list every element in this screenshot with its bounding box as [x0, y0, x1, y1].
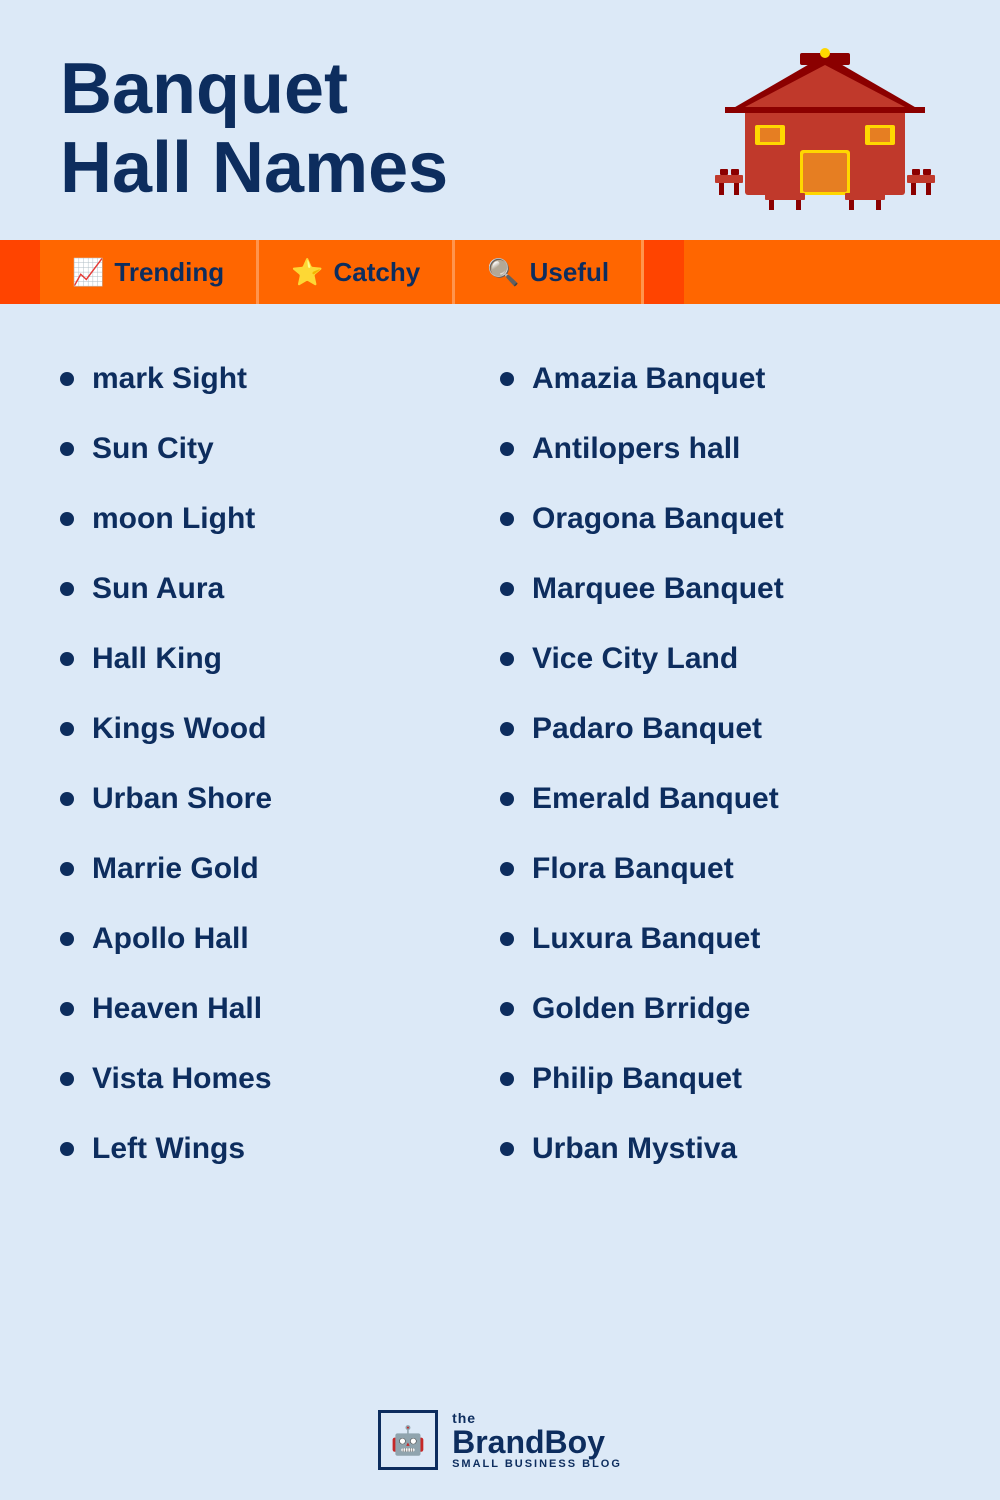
item-label: Left Wings — [92, 1132, 245, 1166]
bullet-dot — [60, 932, 74, 946]
list-item: Philip Banquet — [500, 1044, 940, 1114]
list-item: Marrie Gold — [60, 834, 500, 904]
list-item: Sun Aura — [60, 554, 500, 624]
list-item: Heaven Hall — [60, 974, 500, 1044]
list-item: Hall King — [60, 624, 500, 694]
bullet-dot — [500, 722, 514, 736]
bullet-dot — [500, 652, 514, 666]
item-label: Urban Shore — [92, 782, 272, 816]
item-label: Vice City Land — [532, 642, 738, 676]
list-item: Flora Banquet — [500, 834, 940, 904]
list-item: Kings Wood — [60, 694, 500, 764]
item-label: mark Sight — [92, 362, 247, 396]
bullet-dot — [60, 1072, 74, 1086]
bullet-dot — [500, 1002, 514, 1016]
trending-icon: 📈 — [72, 257, 104, 288]
page-title-line2: Hall Names — [60, 129, 448, 208]
tabs-bar: 📈 Trending ⭐ Catchy 🔍 Useful — [0, 240, 1000, 304]
header: Banquet Hall Names — [0, 0, 1000, 240]
bullet-dot — [60, 372, 74, 386]
bullet-dot — [500, 372, 514, 386]
item-label: Flora Banquet — [532, 852, 734, 886]
bullet-dot — [60, 722, 74, 736]
item-label: Vista Homes — [92, 1062, 272, 1096]
list-item: Sun City — [60, 414, 500, 484]
tab-trending-label: Trending — [114, 257, 224, 288]
item-label: Kings Wood — [92, 712, 266, 746]
list-item: Left Wings — [60, 1114, 500, 1184]
bullet-dot — [60, 442, 74, 456]
list-item: Amazia Banquet — [500, 344, 940, 414]
item-label: Apollo Hall — [92, 922, 249, 956]
catchy-icon: ⭐ — [291, 257, 323, 288]
left-column: mark Sight Sun City moon Light Sun Aura Hall… — [60, 344, 500, 1360]
tab-left-accent — [0, 240, 40, 304]
tab-trending[interactable]: 📈 Trending — [40, 240, 259, 304]
item-label: Antilopers hall — [532, 432, 740, 466]
right-column: Amazia Banquet Antilopers hall Oragona Ban… — [500, 344, 940, 1360]
list-item: Vista Homes — [60, 1044, 500, 1114]
brand-name: BrandBoy — [452, 1426, 605, 1458]
brand-text-block: the BrandBoy SMALL BUSINESS BLOG — [452, 1410, 622, 1470]
list-item: Vice City Land — [500, 624, 940, 694]
item-label: Philip Banquet — [532, 1062, 742, 1096]
content-section: mark Sight Sun City moon Light Sun Aura Hall… — [0, 304, 1000, 1390]
item-label: Oragona Banquet — [532, 502, 784, 536]
bullet-dot — [60, 1142, 74, 1156]
item-label: moon Light — [92, 502, 255, 536]
list-item: Golden Brridge — [500, 974, 940, 1044]
item-label: Marrie Gold — [92, 852, 259, 886]
list-item: moon Light — [60, 484, 500, 554]
list-item: mark Sight — [60, 344, 500, 414]
bullet-dot — [60, 582, 74, 596]
title-block: Banquet Hall Names — [60, 50, 448, 208]
bullet-dot — [60, 652, 74, 666]
list-item: Padaro Banquet — [500, 694, 940, 764]
list-item: Urban Shore — [60, 764, 500, 834]
bullet-dot — [60, 512, 74, 526]
list-item: Apollo Hall — [60, 904, 500, 974]
list-item: Marquee Banquet — [500, 554, 940, 624]
bullet-dot — [500, 582, 514, 596]
bullet-dot — [500, 1072, 514, 1086]
list-item: Luxura Banquet — [500, 904, 940, 974]
tab-right-accent — [644, 240, 684, 304]
tab-catchy[interactable]: ⭐ Catchy — [259, 240, 455, 304]
item-label: Marquee Banquet — [532, 572, 784, 606]
tab-catchy-label: Catchy — [334, 257, 421, 288]
page-title-line1: Banquet — [60, 50, 448, 129]
brand-logo: 🤖 — [378, 1410, 438, 1470]
bullet-dot — [500, 442, 514, 456]
item-label: Urban Mystiva — [532, 1132, 737, 1166]
bullet-dot — [60, 792, 74, 806]
bullet-dot — [60, 862, 74, 876]
bullet-dot — [60, 1002, 74, 1016]
item-label: Hall King — [92, 642, 222, 676]
item-label: Golden Brridge — [532, 992, 750, 1026]
bullet-dot — [500, 512, 514, 526]
item-label: Emerald Banquet — [532, 782, 779, 816]
bullet-dot — [500, 862, 514, 876]
bullet-dot — [500, 1142, 514, 1156]
list-item: Emerald Banquet — [500, 764, 940, 834]
list-item: Urban Mystiva — [500, 1114, 940, 1184]
tab-useful-label: Useful — [530, 257, 609, 288]
tab-useful[interactable]: 🔍 Useful — [455, 240, 644, 304]
list-item: Oragona Banquet — [500, 484, 940, 554]
bullet-dot — [500, 792, 514, 806]
item-label: Amazia Banquet — [532, 362, 765, 396]
item-label: Padaro Banquet — [532, 712, 762, 746]
banquet-hall-image — [710, 40, 940, 220]
footer: 🤖 the BrandBoy SMALL BUSINESS BLOG — [0, 1390, 1000, 1500]
useful-icon: 🔍 — [487, 257, 519, 288]
list-item: Antilopers hall — [500, 414, 940, 484]
item-label: Sun City — [92, 432, 214, 466]
bullet-dot — [500, 932, 514, 946]
item-label: Heaven Hall — [92, 992, 262, 1026]
item-label: Luxura Banquet — [532, 922, 760, 956]
item-label: Sun Aura — [92, 572, 224, 606]
brand-sub: SMALL BUSINESS BLOG — [452, 1458, 622, 1470]
